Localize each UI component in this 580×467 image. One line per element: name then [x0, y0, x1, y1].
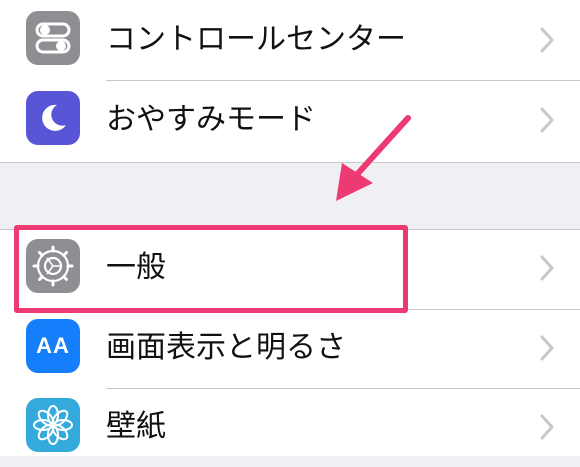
settings-row-general[interactable]: 一般 — [0, 228, 580, 308]
group-bottom-border — [0, 162, 580, 163]
chevron-right-icon — [540, 255, 554, 281]
chevron-right-icon — [540, 414, 554, 440]
chevron-right-icon — [540, 335, 554, 361]
settings-row-label: 画面表示と明るさ — [106, 330, 346, 365]
settings-group-top: コントロールセンター おやすみモード — [0, 0, 580, 163]
chevron-right-icon — [540, 27, 554, 53]
settings-row-label: 壁紙 — [106, 409, 166, 444]
settings-group-bottom: 一般 AA 画面表示と明るさ 壁紙 — [0, 229, 580, 456]
control-center-icon — [26, 11, 80, 65]
settings-row-label: コントロールセンター — [106, 22, 406, 57]
moon-icon — [26, 91, 80, 145]
wallpaper-flower-icon — [26, 398, 80, 452]
settings-row-display-brightness[interactable]: AA 画面表示と明るさ — [0, 308, 580, 388]
settings-row-control-center[interactable]: コントロールセンター — [0, 0, 580, 80]
settings-row-label: 一般 — [106, 250, 166, 285]
settings-row-do-not-disturb[interactable]: おやすみモード — [0, 80, 580, 160]
settings-row-label: おやすみモード — [106, 102, 316, 137]
display-aa-icon: AA — [26, 319, 80, 373]
settings-row-wallpaper[interactable]: 壁紙 — [0, 387, 580, 467]
gear-icon — [26, 239, 80, 293]
chevron-right-icon — [540, 107, 554, 133]
